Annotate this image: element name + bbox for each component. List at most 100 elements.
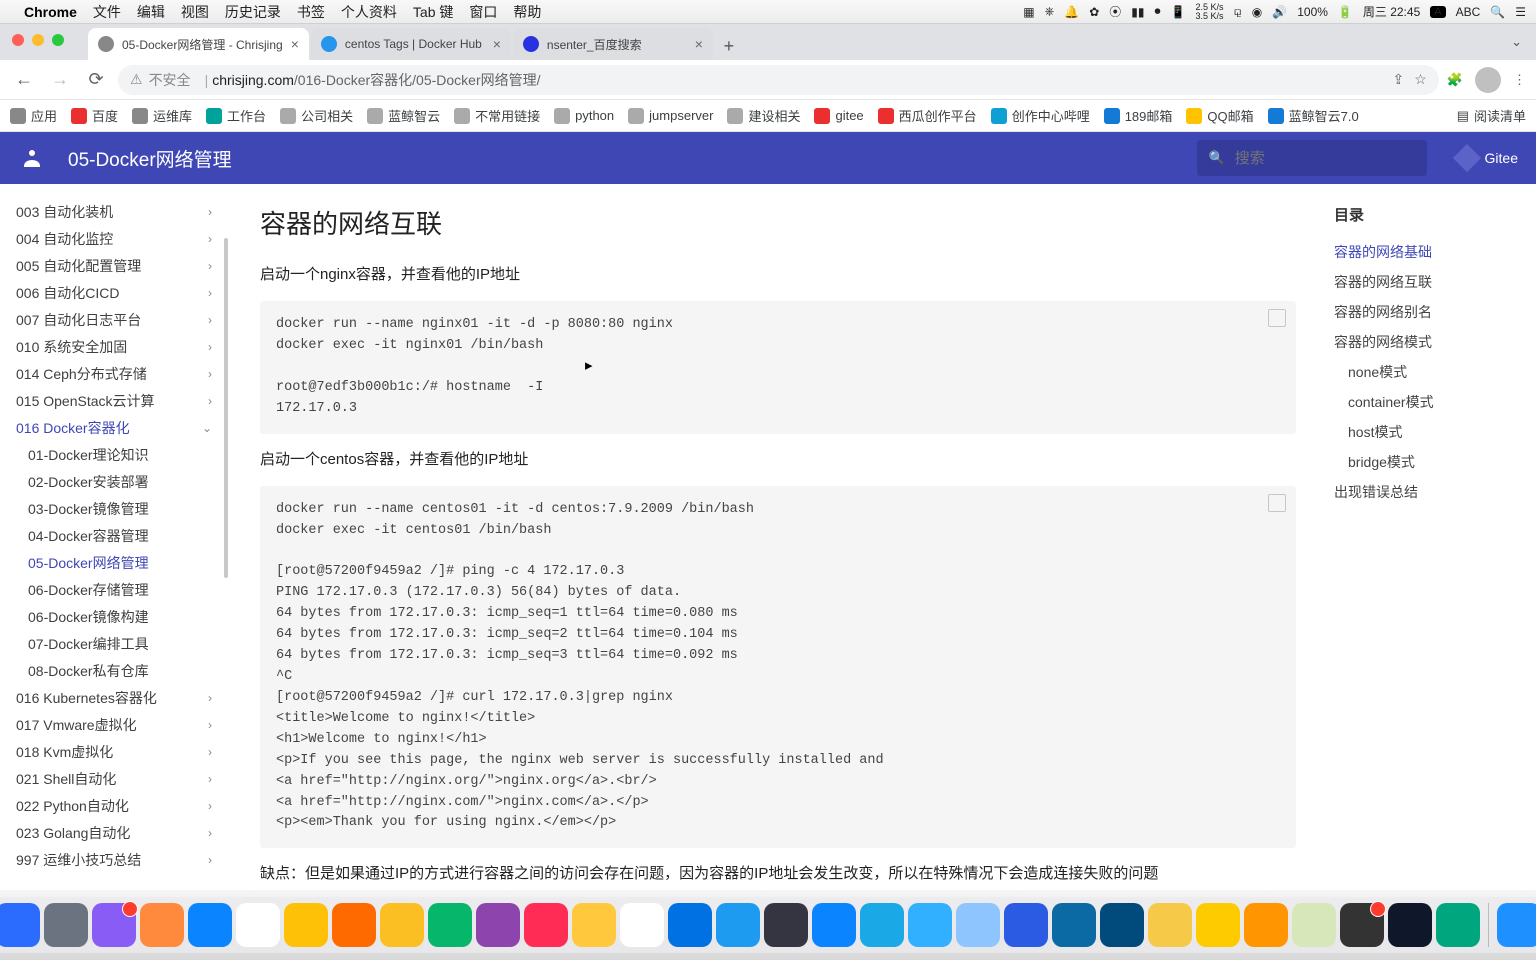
chrome-menu-icon[interactable]: ⋮ (1513, 72, 1526, 88)
browser-tab[interactable]: nsenter_百度搜索 × (513, 28, 713, 60)
window-zoom-button[interactable] (52, 34, 64, 46)
dock-app-icon[interactable] (1292, 903, 1336, 947)
gitee-link[interactable]: Gitee (1457, 148, 1518, 168)
menu-item[interactable]: 窗口 (469, 2, 497, 22)
sidebar-subitem[interactable]: 01-Docker理论知识 (0, 441, 230, 468)
bookmark-item[interactable]: jumpserver (628, 108, 713, 124)
sidebar-item[interactable]: 005 自动化配置管理› (0, 252, 230, 279)
sidebar-subitem[interactable]: 05-Docker网络管理 (0, 549, 230, 576)
dock-app-icon[interactable] (764, 903, 808, 947)
sidebar-subitem[interactable]: 02-Docker安装部署 (0, 468, 230, 495)
sidebar-item[interactable]: 018 Kvm虚拟化› (0, 738, 230, 765)
menu-item[interactable]: 帮助 (513, 2, 541, 22)
toc-item[interactable]: 容器的网络基础 (1334, 237, 1526, 267)
browser-tab-active[interactable]: 05-Docker网络管理 - Chrisjing × (88, 28, 309, 60)
dock-app-icon[interactable] (1436, 903, 1480, 947)
new-tab-button[interactable]: + (715, 32, 743, 60)
status-icon[interactable]: ✿ (1089, 5, 1099, 19)
bookmark-item[interactable]: 运维库 (132, 106, 192, 125)
sidebar-subitem[interactable]: 07-Docker编排工具 (0, 630, 230, 657)
dock-app-icon[interactable] (1244, 903, 1288, 947)
dock-app-icon[interactable] (1148, 903, 1192, 947)
dock-app-icon[interactable] (1100, 903, 1144, 947)
dock-app-icon[interactable] (1497, 903, 1536, 947)
sidebar-item[interactable]: 015 OpenStack云计算› (0, 387, 230, 414)
sidebar-item[interactable]: 007 自动化日志平台› (0, 306, 230, 333)
status-icon[interactable]: 🔔 (1064, 5, 1079, 19)
site-logo-icon[interactable] (18, 144, 46, 172)
dock-app-icon[interactable] (1388, 903, 1432, 947)
share-icon[interactable]: ⇪ (1393, 71, 1405, 88)
menu-item[interactable]: 文件 (93, 2, 121, 22)
window-minimize-button[interactable] (32, 34, 44, 46)
menu-item[interactable]: 书签 (297, 2, 325, 22)
dock-app-icon[interactable] (812, 903, 856, 947)
extensions-icon[interactable]: 🧩 (1447, 72, 1463, 88)
dock-app-icon[interactable] (188, 903, 232, 947)
tab-overflow-icon[interactable]: ⌄ (1511, 34, 1522, 50)
search-input[interactable] (1235, 150, 1395, 167)
reading-list[interactable]: ▤ 阅读清单 (1457, 106, 1526, 125)
dock-app-icon[interactable] (332, 903, 376, 947)
dock-app-icon[interactable] (860, 903, 904, 947)
menu-item[interactable]: 个人资料 (341, 2, 397, 22)
dock-app-icon[interactable] (1340, 903, 1384, 947)
insecure-icon[interactable]: ⚠ (130, 71, 143, 88)
menu-item[interactable]: 编辑 (137, 2, 165, 22)
scrollbar-thumb[interactable] (224, 238, 228, 578)
search-box[interactable]: 🔍 (1197, 140, 1427, 176)
bookmark-item[interactable]: 建设相关 (727, 106, 800, 125)
toc-item[interactable]: host模式 (1334, 417, 1526, 447)
sidebar-subitem[interactable]: 06-Docker存储管理 (0, 576, 230, 603)
profile-avatar[interactable] (1475, 67, 1501, 93)
bookmark-item[interactable]: 蓝鲸智云7.0 (1268, 106, 1359, 125)
close-tab-icon[interactable]: × (291, 36, 299, 52)
toc-item[interactable]: 容器的网络模式 (1334, 327, 1526, 357)
dock-app-icon[interactable] (476, 903, 520, 947)
bookmark-star-icon[interactable]: ☆ (1414, 71, 1427, 88)
sidebar-subitem[interactable]: 03-Docker镜像管理 (0, 495, 230, 522)
window-close-button[interactable] (12, 34, 24, 46)
dock-app-icon[interactable] (380, 903, 424, 947)
dock-app-icon[interactable] (668, 903, 712, 947)
dock-app-icon[interactable] (236, 903, 280, 947)
dock-app-icon[interactable] (1004, 903, 1048, 947)
status-icon[interactable]: ▦ (1023, 5, 1034, 19)
status-icon[interactable]: ⏺ (1155, 4, 1161, 19)
wifi-icon[interactable]: ◉ (1252, 5, 1262, 19)
status-icon[interactable]: ▮▮ (1131, 5, 1144, 19)
sidebar-item[interactable]: 003 自动化装机› (0, 198, 230, 225)
dock-app-icon[interactable] (0, 903, 40, 947)
bookmark-item[interactable]: 公司相关 (280, 106, 353, 125)
toc-item[interactable]: container模式 (1334, 387, 1526, 417)
copy-icon[interactable] (1268, 309, 1286, 327)
dock-app-icon[interactable] (524, 903, 568, 947)
browser-tab[interactable]: centos Tags | Docker Hub × (311, 28, 511, 60)
dock-app-icon[interactable] (1196, 903, 1240, 947)
bookmark-item[interactable]: gitee (814, 108, 863, 124)
toc-item[interactable]: 容器的网络互联 (1334, 267, 1526, 297)
close-tab-icon[interactable]: × (695, 36, 703, 52)
toc-item[interactable]: 出现错误总结 (1334, 477, 1526, 507)
dock-app-icon[interactable] (908, 903, 952, 947)
sidebar-item[interactable]: 006 自动化CICD› (0, 279, 230, 306)
bookmark-item[interactable]: python (554, 108, 614, 124)
dock-app-icon[interactable] (572, 903, 616, 947)
status-icon[interactable]: ⎈ (1045, 4, 1055, 19)
bookmark-item[interactable]: 百度 (71, 106, 118, 125)
control-center-icon[interactable]: ☰ (1515, 5, 1526, 19)
dock-app-icon[interactable] (956, 903, 1000, 947)
status-icon[interactable]: 📱 (1171, 5, 1186, 19)
address-bar[interactable]: ⚠ 不安全 | chrisjing.com/016-Docker容器化/05-D… (118, 65, 1439, 95)
dock-app-icon[interactable] (92, 903, 136, 947)
dock-app-icon[interactable] (428, 903, 472, 947)
sidebar-item[interactable]: 016 Docker容器化⌄ (0, 414, 230, 441)
dock-app-icon[interactable] (44, 903, 88, 947)
bookmark-item[interactable]: 189邮箱 (1104, 106, 1173, 125)
close-tab-icon[interactable]: × (493, 36, 501, 52)
toc-item[interactable]: 容器的网络别名 (1334, 297, 1526, 327)
sidebar-item[interactable]: 004 自动化监控› (0, 225, 230, 252)
bookmark-item[interactable]: 蓝鲸智云 (367, 106, 440, 125)
menu-item[interactable]: 历史记录 (225, 2, 281, 22)
bookmark-item[interactable]: 不常用链接 (454, 106, 540, 125)
